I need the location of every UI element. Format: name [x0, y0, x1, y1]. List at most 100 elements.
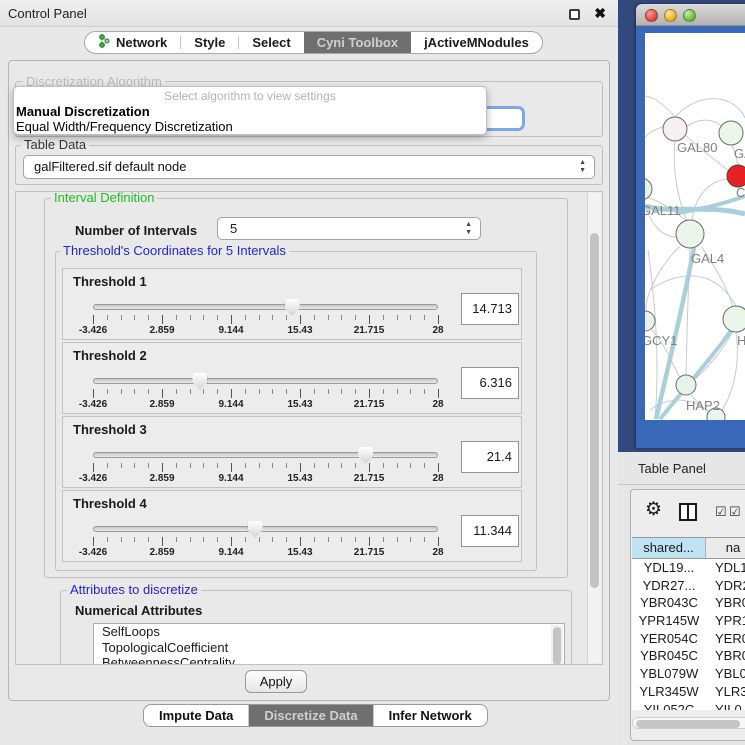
- slider-tick: [231, 537, 232, 546]
- apply-button[interactable]: Apply: [245, 670, 307, 693]
- slider-tick: [355, 463, 356, 468]
- slider-tick: [190, 537, 191, 542]
- slider-tick-label: -3.426: [79, 399, 107, 410]
- tab-select[interactable]: Select: [239, 32, 303, 53]
- algorithm-dropdown-popup: Select algorithm to view settings Manual…: [13, 86, 487, 135]
- tab-style[interactable]: Style: [181, 32, 238, 53]
- table-row[interactable]: YER054CYER0: [632, 630, 745, 648]
- slider-tick: [424, 537, 425, 542]
- checkbox-icon[interactable]: ☑: [715, 504, 727, 520]
- bottom-tab-discretize-data[interactable]: Discretize Data: [249, 705, 373, 726]
- table-row[interactable]: YIL052CYIL0: [632, 701, 745, 711]
- threshold-slider[interactable]: [93, 304, 438, 310]
- bottom-tab-impute-data[interactable]: Impute Data: [144, 705, 249, 726]
- slider-tick: [217, 315, 218, 320]
- threshold-value-field[interactable]: 14.713: [461, 293, 519, 325]
- node-label-gal80: GAL80: [677, 140, 717, 155]
- network-canvas[interactable]: GAL80GAGAL11CGAL4GCY1HHAP2: [645, 33, 745, 420]
- threshold-slider[interactable]: [93, 452, 438, 458]
- minimize-traffic-light-icon[interactable]: [664, 9, 677, 22]
- network-view-window: GAL80GAGAL11CGAL4GCY1HHAP2: [636, 4, 745, 448]
- tab-jactivemnodules[interactable]: jActiveMNodules: [411, 32, 542, 53]
- float-panel-icon[interactable]: [569, 9, 580, 20]
- bottom-tab-infer-network[interactable]: Infer Network: [374, 705, 487, 726]
- attribute-list-item[interactable]: TopologicalCoefficient: [94, 640, 564, 656]
- columns-icon[interactable]: [679, 503, 697, 521]
- threshold-value-field[interactable]: 11.344: [461, 515, 519, 547]
- slider-thumb[interactable]: [285, 299, 300, 316]
- table-data-label: Table Data: [21, 138, 89, 152]
- slider-tick: [259, 389, 260, 394]
- table-horizontal-scrollbar[interactable]: [632, 717, 745, 729]
- network-window-titlebar[interactable]: [636, 4, 745, 26]
- slider-tick: [245, 389, 246, 394]
- table-row[interactable]: YDR27...YDR2: [632, 577, 745, 595]
- slider-thumb[interactable]: [248, 521, 263, 538]
- control-panel-titlebar: Control Panel ✖: [0, 0, 618, 27]
- threshold-row: Threshold 4 -3.4262.8599.14415.4321.7152…: [62, 490, 522, 562]
- slider-tick: [383, 389, 384, 394]
- tab-label: Network: [116, 35, 167, 50]
- attributes-group: Attributes to discretize Numerical Attri…: [60, 590, 572, 665]
- table-cell: YBL0: [706, 665, 745, 683]
- bottom-tab-bar: Impute DataDiscretize DataInfer Network: [143, 704, 488, 727]
- close-icon[interactable]: ✖: [594, 5, 606, 22]
- slider-tick: [397, 537, 398, 542]
- attributes-list-scrollbar[interactable]: [551, 625, 563, 665]
- table-hscrollbar-thumb[interactable]: [636, 720, 740, 728]
- slider-tick: [286, 389, 287, 394]
- node-table[interactable]: shared...na YDL19...YDL1YDR27...YDR2YBR0…: [632, 537, 745, 710]
- algorithm-option[interactable]: Equal Width/Frequency Discretization: [16, 119, 484, 134]
- number-of-intervals-spinner[interactable]: 5 ▲▼: [217, 217, 481, 240]
- table-cell: YER0: [706, 630, 745, 648]
- settings-scrollbar[interactable]: [587, 193, 601, 663]
- slider-tick-label: 21.715: [354, 473, 385, 484]
- close-traffic-light-icon[interactable]: [645, 9, 658, 22]
- tab-cyni-toolbox[interactable]: Cyni Toolbox: [304, 32, 411, 53]
- gear-icon[interactable]: ⚙: [645, 498, 662, 521]
- slider-thumb[interactable]: [192, 373, 207, 390]
- table-row[interactable]: YBR043CYBR0: [632, 594, 745, 612]
- zoom-traffic-light-icon[interactable]: [683, 9, 696, 22]
- slider-tick: [259, 537, 260, 542]
- slider-thumb[interactable]: [358, 447, 373, 464]
- settings-scrollbar-thumb[interactable]: [590, 233, 599, 588]
- slider-tick: [355, 315, 356, 320]
- attribute-list-item[interactable]: SelfLoops: [94, 624, 564, 640]
- combo-stepper-icon[interactable]: ▲▼: [579, 159, 586, 175]
- table-row[interactable]: YBL079WYBL0: [632, 665, 745, 683]
- column-header-2[interactable]: na: [706, 538, 745, 558]
- table-data-combobox[interactable]: galFiltered.sif default node ▲▼: [23, 155, 595, 179]
- node-label-c: C: [736, 185, 745, 200]
- spinner-stepper-icon[interactable]: ▲▼: [465, 221, 472, 237]
- algorithm-option[interactable]: Manual Discretization: [16, 104, 484, 119]
- checkbox-icon[interactable]: ☑: [729, 504, 741, 520]
- slider-tick-label: 28: [432, 547, 443, 558]
- threshold-slider[interactable]: [93, 378, 438, 384]
- slider-tick: [245, 537, 246, 542]
- table-row[interactable]: YBR045CYBR0: [632, 647, 745, 665]
- tab-network[interactable]: Network: [85, 32, 180, 53]
- table-row[interactable]: YDL19...YDL1: [632, 559, 745, 577]
- thresholds-group: Threshold's Coordinates for 5 Intervals …: [55, 251, 537, 571]
- threshold-label: Threshold 4: [73, 496, 147, 511]
- slider-tick: [134, 315, 135, 320]
- table-row[interactable]: YLR345WYLR3: [632, 683, 745, 701]
- threshold-list: Threshold 1 -3.4262.8599.14415.4321.7152…: [62, 268, 522, 564]
- slider-tick-label: -3.426: [79, 473, 107, 484]
- slider-tick: [203, 537, 204, 542]
- threshold-slider[interactable]: [93, 526, 438, 532]
- threshold-label: Threshold 1: [73, 274, 147, 289]
- column-header-1[interactable]: shared...: [632, 538, 706, 558]
- tab-bar: Network StyleSelectCyni ToolboxjActiveMNo…: [84, 31, 543, 54]
- slider-tick: [328, 463, 329, 468]
- numerical-attributes-list[interactable]: SelfLoopsTopologicalCoefficientBetweenne…: [93, 623, 565, 665]
- threshold-value-field[interactable]: 6.316: [461, 367, 519, 399]
- slider-tick: [410, 315, 411, 320]
- attribute-list-item[interactable]: BetweennessCentrality: [94, 655, 564, 665]
- table-row[interactable]: YPR145WYPR1: [632, 612, 745, 630]
- slider-tick: [300, 315, 301, 324]
- table-cell: YDR2: [706, 577, 745, 595]
- slider-tick: [341, 537, 342, 542]
- threshold-value-field[interactable]: 21.4: [461, 441, 519, 473]
